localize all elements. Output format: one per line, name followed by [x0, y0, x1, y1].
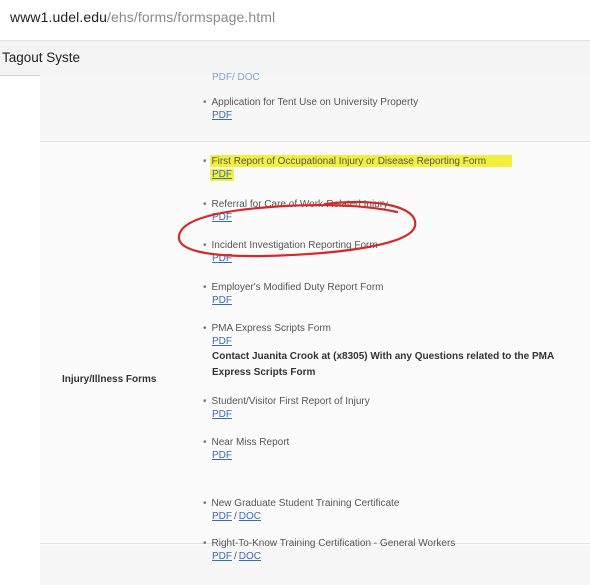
pdf-link[interactable]: PDF — [212, 168, 486, 181]
pdf-link[interactable]: PDF — [212, 294, 383, 307]
form-title: PMA Express Scripts Form — [203, 323, 331, 334]
pdf-link[interactable]: PDF — [212, 408, 370, 421]
form-title: Referral for Care of Work-Related Injury — [203, 199, 388, 210]
pdf-link[interactable]: PDF — [212, 511, 232, 522]
pdf-link[interactable]: PDF — [212, 252, 378, 265]
list-item: Right-To-Know Training Certification - G… — [203, 537, 455, 563]
pdf-link[interactable]: PDF — [212, 335, 331, 348]
url-domain: www1.udel.edu — [10, 9, 108, 25]
tab-title[interactable]: Tagout Syste — [2, 50, 80, 65]
list-item: Near Miss Report PDF — [203, 436, 289, 462]
pdf-link[interactable]: PDF — [212, 449, 289, 462]
list-item: Student/Visitor First Report of Injury P… — [203, 395, 370, 421]
form-title: Student/Visitor First Report of Injury — [203, 396, 370, 407]
list-item: Referral for Care of Work-Related Injury… — [203, 198, 388, 224]
pdf-link[interactable]: PDF — [212, 551, 232, 562]
form-title: Right-To-Know Training Certification - G… — [203, 538, 455, 549]
form-title: Near Miss Report — [203, 437, 289, 448]
list-item: Application for Tent Use on University P… — [203, 96, 418, 122]
form-title: New Graduate Student Training Certificat… — [203, 498, 399, 509]
url-path: /ehs/forms/formspage.html — [107, 9, 276, 25]
pma-contact-note: Contact Juanita Crook at (x8305) With an… — [212, 351, 554, 378]
section-general-forms: PDF/ DOC Application for Tent Use on Uni… — [40, 72, 590, 142]
section-injury-illness: Injury/Illness Forms First Report of Occ… — [40, 142, 590, 544]
form-title: First Report of Occupational Injury or D… — [203, 156, 486, 167]
cut-off-link: PDF/ DOC — [212, 72, 260, 83]
link-separator: / — [234, 551, 237, 562]
link-separator: / — [234, 511, 237, 522]
pdf-link[interactable]: PDF — [212, 109, 418, 122]
address-bar[interactable]: www1.udel.edu/ehs/forms/formspage.html — [0, 0, 590, 36]
section-training: New Graduate Student Training Certificat… — [40, 498, 590, 585]
list-item: New Graduate Student Training Certificat… — [203, 497, 399, 523]
doc-link[interactable]: DOC — [239, 551, 261, 562]
list-item: Employer's Modified Duty Report Form PDF — [203, 281, 383, 307]
url-text[interactable]: www1.udel.edu/ehs/forms/formspage.html — [10, 9, 275, 25]
link-group: PDF / DOC — [212, 510, 399, 523]
forms-table: PDF/ DOC Application for Tent Use on Uni… — [40, 72, 590, 585]
section-label: Injury/Illness Forms — [62, 374, 157, 385]
list-item: PMA Express Scripts Form PDF — [203, 322, 331, 348]
doc-link[interactable]: DOC — [239, 511, 261, 522]
pdf-link[interactable]: PDF — [212, 211, 388, 224]
link-group: PDF / DOC — [212, 550, 455, 563]
list-item: First Report of Occupational Injury or D… — [203, 155, 486, 181]
form-title: Incident Investigation Reporting Form — [203, 240, 378, 251]
tab-bar: Tagout Syste — [0, 40, 590, 76]
form-title: Employer's Modified Duty Report Form — [203, 282, 383, 293]
list-item: Incident Investigation Reporting Form PD… — [203, 239, 378, 265]
form-title: Application for Tent Use on University P… — [203, 97, 418, 108]
